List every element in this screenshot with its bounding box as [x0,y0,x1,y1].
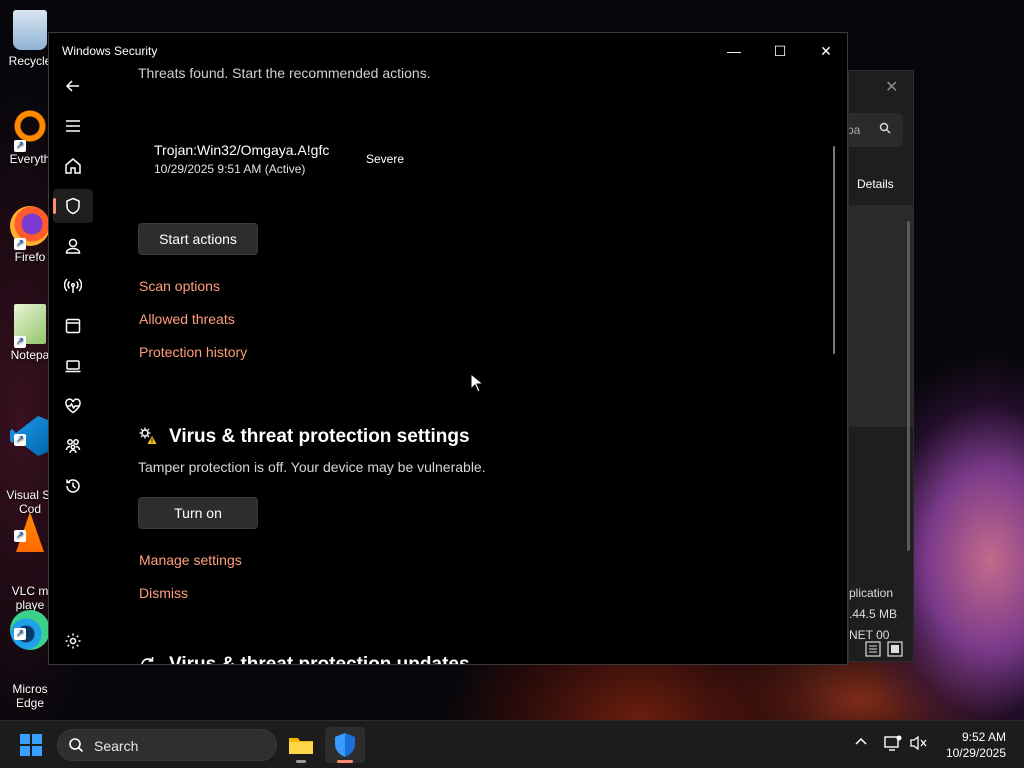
tamper-protection-message: Tamper protection is off. Your device ma… [138,459,486,475]
heart-pulse-icon [65,398,81,414]
virus-updates-title: Virus & threat protection updates [169,654,470,665]
family-icon [65,439,81,454]
start-actions-button[interactable]: Start actions [138,223,258,255]
nav-firewall[interactable] [53,269,93,303]
home-icon [65,158,81,174]
background-panel [849,205,913,427]
content-scrollbar[interactable] [833,146,835,354]
menu-button[interactable] [53,109,93,143]
nav-protection-history[interactable] [53,469,93,503]
taskbar-windows-security[interactable] [325,727,365,763]
taskbar: Search 9:52 AM 10/29/2025 [0,720,1024,768]
volume-status[interactable] [910,735,928,754]
show-hidden-icons-button[interactable] [854,735,868,752]
taskbar-search-label: Search [94,738,139,754]
clock[interactable]: 9:52 AM 10/29/2025 [946,729,1006,761]
shortcut-arrow-icon: ↗ [14,530,26,542]
navigation-rail [49,67,97,664]
mouse-cursor-icon [470,373,484,393]
settings-gear-icon [65,633,81,649]
background-search-box[interactable]: pa [849,113,903,147]
nav-settings[interactable] [53,624,93,658]
search-icon [69,738,84,753]
clock-time: 9:52 AM [961,730,1006,744]
threat-severity: Severe [366,152,405,166]
running-indicator [296,760,306,763]
background-label: plication [849,586,894,600]
desktop-icon-label: Micros Edge [12,682,48,710]
laptop-icon [65,360,81,373]
allowed-threats-link[interactable]: Allowed threats [139,311,235,327]
chevron-up-icon [855,737,867,745]
nav-device-health[interactable] [53,389,93,423]
nav-virus-protection[interactable] [53,189,93,223]
virus-settings-gear-icon [139,427,157,444]
threat-meta: 10/29/2025 9:51 AM (Active) [154,162,306,176]
close-icon[interactable]: ✕ [885,77,898,97]
dismiss-link[interactable]: Dismiss [139,585,188,601]
nav-family-options[interactable] [53,429,93,463]
taskbar-file-explorer[interactable] [281,727,321,763]
recycle-bin-icon [13,10,47,50]
back-arrow-icon [65,80,79,92]
start-button[interactable] [20,734,42,756]
shortcut-arrow-icon: ↗ [14,434,26,446]
shortcut-arrow-icon: ↗ [14,140,26,152]
folder-icon [289,738,313,754]
network-status[interactable] [884,735,902,754]
shield-icon [335,733,355,757]
clock-date: 10/29/2025 [945,746,1006,760]
main-content: Threats found. Start the recommended act… [138,33,838,665]
view-toggle-buttons[interactable] [865,641,905,660]
background-label: NET 00 [849,628,890,642]
threats-header: Threats found. Start the recommended act… [138,65,431,81]
wifi-signal-icon [64,278,82,293]
history-icon [66,479,80,493]
windows-security-window[interactable]: Windows Security — ☐ ✕ Threats found. St… [48,32,848,665]
shortcut-arrow-icon: ↗ [14,238,26,250]
scan-options-link[interactable]: Scan options [139,278,220,294]
volume-muted-icon [910,735,927,751]
turn-on-button[interactable]: Turn on [138,497,258,529]
nav-home[interactable] [53,149,93,183]
nav-app-browser[interactable] [53,309,93,343]
background-search-text: pa [848,123,861,137]
hamburger-menu-icon [66,120,80,132]
network-icon [884,735,902,751]
back-button[interactable] [53,69,93,103]
active-indicator [337,760,353,763]
person-icon [65,238,81,254]
virus-settings-title: Virus & threat protection settings [169,426,470,447]
shortcut-arrow-icon: ↗ [14,336,26,348]
background-scrollbar[interactable] [907,221,910,551]
search-icon [879,113,891,147]
protection-history-link[interactable]: Protection history [139,344,247,360]
shield-icon [66,197,80,215]
threat-name: Trojan:Win32/Omgaya.A!gfc [154,142,330,158]
background-window[interactable]: ✕ pa Details plication .44.5 MB NET 00 [848,70,914,662]
refresh-icon [141,657,154,664]
shortcut-arrow-icon: ↗ [14,628,26,640]
details-tab[interactable]: Details [857,177,894,191]
nav-account-protection[interactable] [53,229,93,263]
taskbar-search-box[interactable]: Search [57,729,277,761]
nav-device-security[interactable] [53,349,93,383]
background-label: .44.5 MB [849,607,898,621]
manage-settings-link[interactable]: Manage settings [139,552,242,568]
app-browser-icon [65,318,81,334]
